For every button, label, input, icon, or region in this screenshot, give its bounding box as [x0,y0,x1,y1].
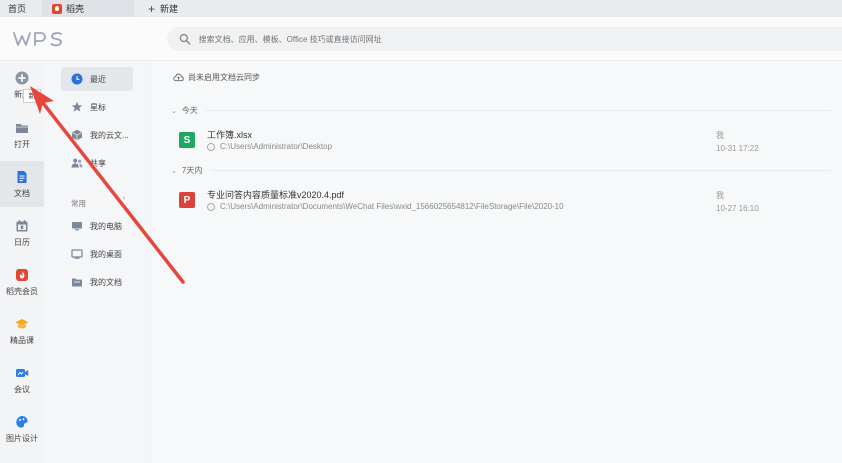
file-time: 10-31 17:22 [716,144,759,153]
file-path: C:\Users\Administrator\Desktop [207,142,332,151]
file-row[interactable]: S 工作簿.xlsx C:\Users\Administrator\Deskto… [179,128,819,158]
group-7days-label: 7天内 [181,166,203,175]
nav-item-my-computer[interactable]: 我的电脑 [61,214,133,238]
file-row[interactable]: P 专业问答内容质量标准v2020.4.pdf C:\Users\Adminis… [179,188,819,218]
rail-meeting-label: 会议 [14,384,30,394]
rail-meeting[interactable]: 会议 [0,357,44,403]
rail-courses[interactable]: 精品课 [0,308,44,354]
rail-image-design[interactable]: 图片设计 [0,406,44,452]
plus-icon: + [148,1,156,16]
group-today-label: 今天 [181,106,198,115]
file-name: 专业问答内容质量标准v2020.4.pdf [207,190,345,200]
folder-icon [16,123,28,133]
chevron-down-icon: ⌄ [171,107,177,115]
rail-docs-label: 文档 [14,188,30,198]
rail-open-label: 打开 [14,139,30,149]
rail-courses-label: 精品课 [10,335,34,345]
folder-doc-icon [72,278,82,287]
people-icon [71,158,83,168]
desktop-icon [71,249,83,259]
star-icon [71,101,83,112]
tab-home[interactable]: 首页 [0,0,42,17]
docer-icon [16,268,28,281]
nav-section-common-label: 常用 [71,199,86,208]
nav-item-shared[interactable]: 共享 [61,151,133,175]
file-time: 10-27 16:10 [716,204,759,213]
tab-bar: 首页 稻壳 + 新建 [0,0,842,17]
nav-section-common: 常用 [71,198,86,209]
nav-item-my-computer-label: 我的电脑 [90,221,122,231]
new-tab-label: 新建 [160,4,179,14]
rail-docer-member-label: 稻壳会员 [6,286,38,296]
file-owner: 我 [716,131,724,140]
cloud-box-icon [72,129,82,141]
nav-item-shared-label: 共享 [90,158,106,168]
plus-circle-icon [15,71,29,84]
rail-docer-member[interactable]: 稻壳会员 [0,259,44,305]
tab-docer-label: 稻壳 [66,4,85,14]
tab-docer[interactable]: 稻壳 [42,0,134,17]
file-owner: 我 [716,191,724,200]
header [0,17,842,61]
cloud-sync-notice[interactable]: 尚未启用文档云同步 [173,72,260,83]
graduation-cap-icon [15,318,29,328]
rail-open[interactable]: 打开 [0,112,44,158]
nav-item-my-documents-label: 我的文档 [90,277,122,287]
nav-item-starred[interactable]: 星标 [61,95,133,119]
file-path-text: C:\Users\Administrator\Desktop [220,142,333,151]
nav-item-my-desktop[interactable]: 我的桌面 [61,242,133,266]
clock-icon [71,73,83,85]
document-icon [17,170,27,183]
tooltip-text: 新 [28,93,36,100]
nav-item-cloud-docs-label: 我的云文... [90,130,129,140]
search-icon [179,33,191,45]
group-header-today[interactable]: ⌄ 今天 [171,105,831,116]
rail-docs[interactable]: 文档 [0,161,44,207]
computer-icon [72,222,82,231]
cloud-sync-text: 尚未启用文档云同步 [188,73,260,82]
location-icon [207,142,215,151]
docer-icon [52,3,62,14]
rail-calendar[interactable]: 日历 [0,210,44,256]
nav-item-my-documents[interactable]: 我的文档 [61,270,133,294]
file-name: 工作簿.xlsx [207,130,253,140]
nav-item-cloud-docs[interactable]: 我的云文... [61,123,133,147]
file-path-text: C:\Users\Administrator\Documents\WeChat … [220,202,564,211]
image-design-icon [16,415,28,428]
left-rail: 新建 新 打开 文档 日历 稻壳会员 精品课 会议 图片设计 [0,62,44,463]
new-tab-button[interactable]: + 新建 [134,0,186,17]
file-type-letter: S [183,134,191,146]
rail-image-design-label: 图片设计 [6,433,38,443]
main-panel: 尚未启用文档云同步 ⌄ 今天 S 工作簿.xlsx C:\Users\Admin… [151,62,842,463]
wps-logo [13,32,62,47]
nav-panel: 最近 星标 我的云文... 共享 常用 ‹ 我的电脑 我的桌面 我的文档 [44,62,151,463]
tooltip: 新 [23,89,41,103]
pdf-icon: P [179,192,195,208]
file-path: C:\Users\Administrator\Documents\WeChat … [207,202,564,211]
tab-home-label: 首页 [8,4,27,14]
nav-item-recent-label: 最近 [90,74,106,84]
group-header-7days[interactable]: ⌄ 7天内 [171,165,831,176]
collapse-chevron-icon[interactable]: ‹ [123,195,125,202]
rail-calendar-label: 日历 [14,237,30,247]
nav-item-starred-label: 星标 [90,102,106,112]
video-meeting-icon [16,368,29,377]
divider [205,110,831,111]
divider [210,170,831,171]
search-bar[interactable] [167,27,842,51]
location-icon [207,202,215,211]
nav-item-my-desktop-label: 我的桌面 [90,249,122,259]
search-input[interactable] [198,34,842,44]
nav-item-recent[interactable]: 最近 [61,67,133,91]
file-type-letter: P [183,194,191,206]
calendar-icon [16,219,28,231]
spreadsheet-icon: S [179,132,195,148]
cloud-sync-icon [173,73,184,82]
chevron-down-icon: ⌄ [171,167,177,175]
